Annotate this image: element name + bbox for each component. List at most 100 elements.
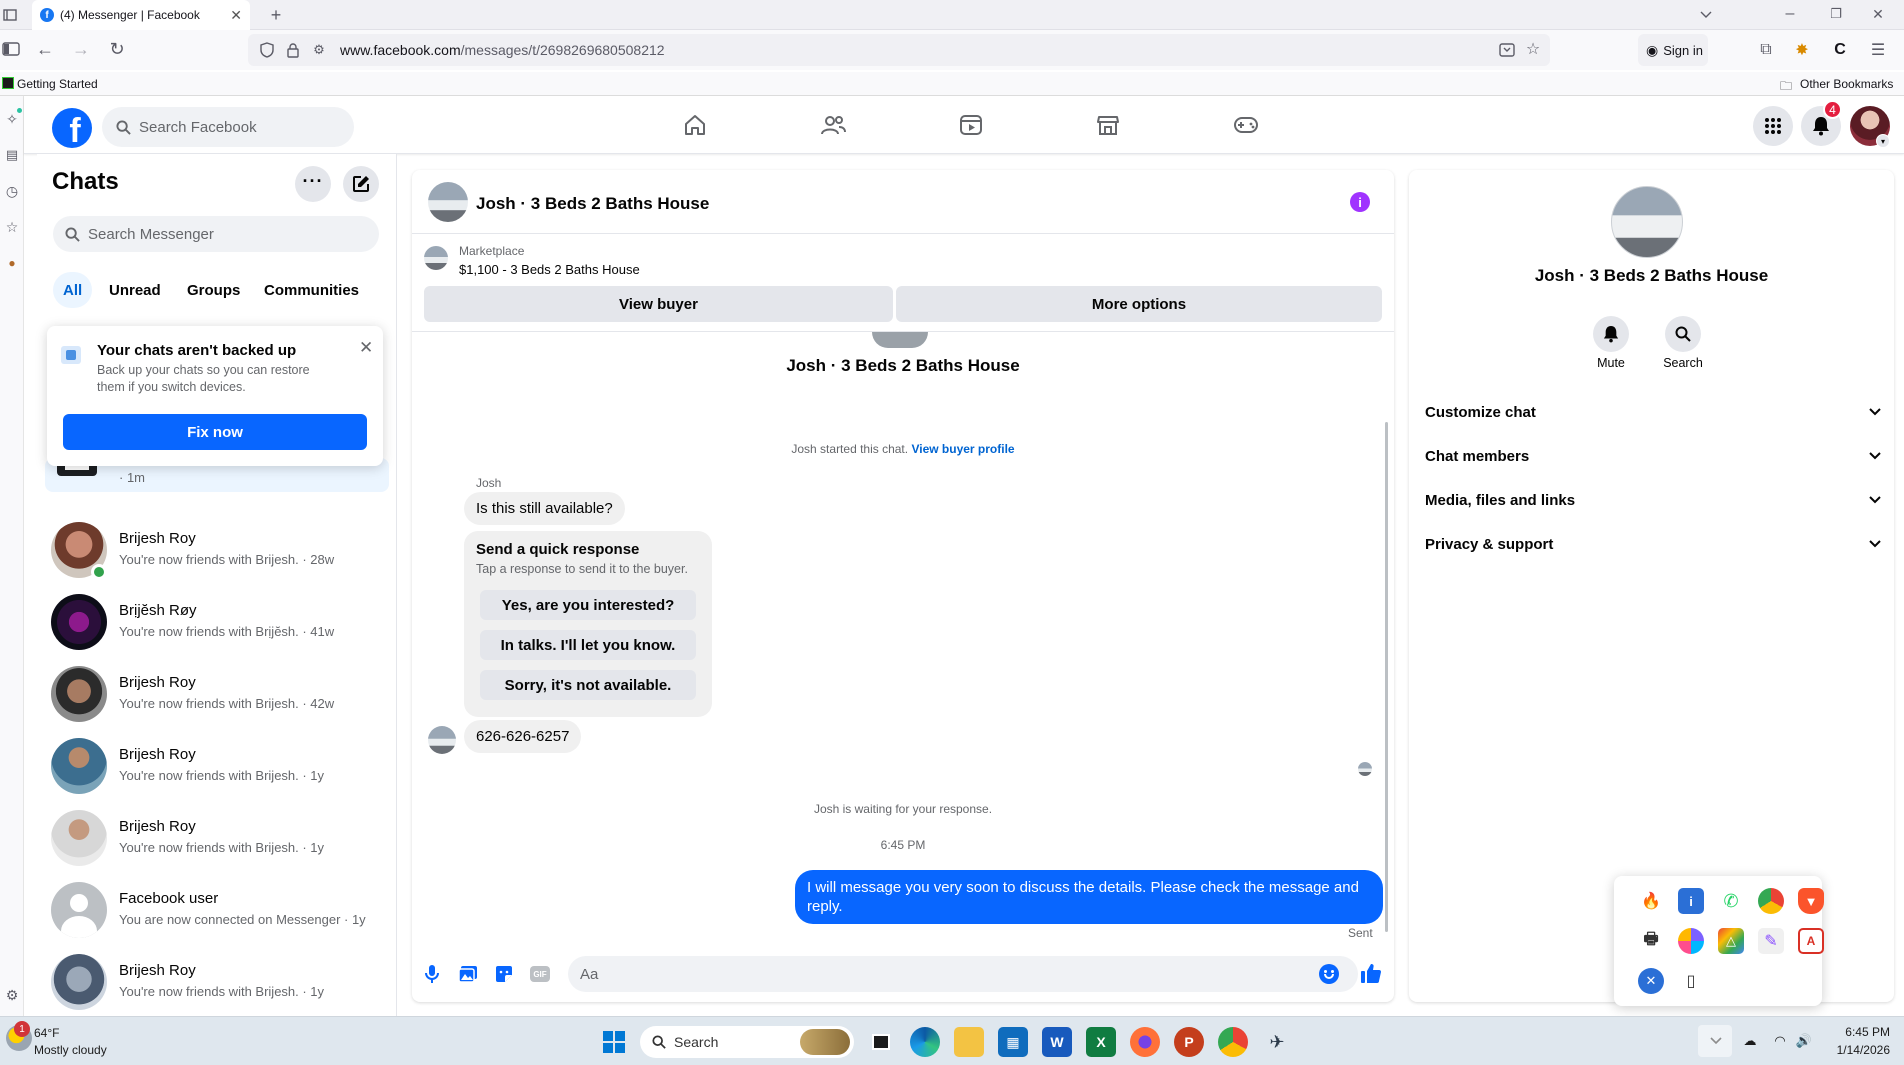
quick-response-yes[interactable]: Yes, are you interested? [480, 590, 696, 620]
extensions-puzzle-icon[interactable]: ⧉ [1756, 40, 1776, 60]
tracking-shield-icon[interactable] [258, 41, 276, 59]
new-tab-icon[interactable]: + [266, 5, 286, 25]
bookmark-getting-started[interactable]: Getting Started [17, 77, 98, 91]
listing-title[interactable]: $1,100 - 3 Beds 2 Baths House [459, 262, 640, 277]
customize-chat-section[interactable]: Customize chat [1425, 392, 1881, 432]
weather-description[interactable]: Mostly cloudy [34, 1043, 107, 1057]
powerpoint-icon[interactable]: P [1174, 1027, 1204, 1057]
filter-all[interactable]: All [53, 272, 93, 308]
sidebar-toggle-icon[interactable] [0, 38, 22, 60]
facebook-search-input[interactable]: Search Facebook [102, 107, 354, 147]
tray-google-drive-icon[interactable]: △ [1718, 928, 1744, 954]
tray-chrome-icon[interactable] [1758, 888, 1784, 914]
search-in-conversation-button[interactable] [1665, 316, 1701, 352]
quick-response-sorry[interactable]: Sorry, it's not available. [480, 670, 696, 700]
chat-row[interactable]: Brijesh Roy You're now friends with Brij… [45, 946, 389, 1018]
chat-row[interactable]: Facebook user You are now connected on M… [45, 874, 389, 946]
weather-temperature[interactable]: 64°F [34, 1026, 59, 1040]
browser-tab[interactable]: f (4) Messenger | Facebook ✕ [32, 0, 250, 30]
tray-info-icon[interactable]: i [1678, 888, 1704, 914]
synced-tabs-icon[interactable]: ▤ [3, 146, 21, 164]
microsoft-store-icon[interactable]: ▦ [998, 1027, 1028, 1057]
incoming-message[interactable]: Is this still available? [464, 492, 625, 525]
minimize-window-icon[interactable]: – [1780, 4, 1800, 24]
tray-brave-icon[interactable]: ▼ [1798, 888, 1824, 914]
contact-avatar[interactable] [428, 182, 468, 222]
attach-photo-icon[interactable] [456, 962, 480, 986]
account-chevron-icon[interactable]: ▾ [1876, 134, 1890, 148]
list-all-tabs-icon[interactable] [1696, 5, 1716, 25]
history-icon[interactable]: ◷ [3, 182, 21, 200]
nav-video-icon[interactable] [951, 108, 991, 142]
firefox-icon[interactable] [1130, 1027, 1160, 1057]
view-buyer-profile-link[interactable]: View buyer profile [911, 442, 1014, 456]
extension-cookie-icon[interactable]: ✸ [1792, 40, 1812, 60]
media-files-links-section[interactable]: Media, files and links [1425, 480, 1881, 520]
nav-friends-icon[interactable] [813, 108, 853, 142]
menu-grid-button[interactable] [1753, 106, 1793, 146]
tab-close-icon[interactable]: ✕ [230, 7, 242, 24]
task-view-icon[interactable] [866, 1027, 896, 1057]
tray-whatsapp-icon[interactable]: ✆ [1718, 888, 1744, 914]
sidebar-settings-icon[interactable]: ⚙ [3, 986, 21, 1004]
incoming-message[interactable]: 626-626-6257 [464, 720, 582, 753]
chat-row[interactable]: Brijesh Roy You're now friends with Brij… [45, 658, 389, 730]
backup-close-icon[interactable]: ✕ [359, 338, 373, 358]
conversation-title[interactable]: Josh · 3 Beds 2 Baths House [476, 194, 709, 214]
app-menu-icon[interactable]: ☰ [1868, 40, 1888, 60]
outgoing-message[interactable]: I will message you very soon to discuss … [795, 870, 1383, 924]
sticker-icon[interactable] [492, 962, 516, 986]
restore-window-icon[interactable]: ❐ [1826, 4, 1846, 24]
gif-icon[interactable]: GIF [528, 963, 552, 985]
nav-gaming-icon[interactable] [1226, 108, 1266, 142]
tray-copilot-icon[interactable] [1678, 928, 1704, 954]
message-composer-input[interactable]: Aa [568, 956, 1358, 992]
messages-scrollbar[interactable] [1385, 422, 1388, 932]
cookie-extension-icon[interactable]: ● [3, 254, 21, 272]
thumbs-up-like-icon[interactable] [1358, 960, 1384, 986]
nav-home-icon[interactable] [675, 108, 715, 142]
bookmark-star-icon[interactable]: ☆ [1524, 40, 1542, 58]
chat-row[interactable]: Brijesh Roy You're now friends with Brij… [45, 730, 389, 802]
tray-pdf-icon[interactable]: A [1798, 928, 1824, 954]
app-taskbar-icon[interactable]: ✈ [1262, 1027, 1292, 1057]
conversation-info-icon[interactable]: i [1350, 192, 1370, 212]
view-buyer-button[interactable]: View buyer [424, 286, 893, 322]
fix-now-button[interactable]: Fix now [63, 414, 367, 450]
new-message-button[interactable] [343, 166, 379, 202]
notifications-button[interactable]: 4 [1801, 100, 1842, 146]
clock-date[interactable]: 1/14/2026 [1826, 1043, 1890, 1057]
tray-flame-icon[interactable]: 🔥 [1638, 888, 1664, 914]
tray-printer-icon[interactable]: 🖶 [1638, 928, 1664, 954]
tab-list-icon[interactable] [2, 6, 18, 24]
url-bar[interactable]: ⚙ www.facebook.com/messages/t/2698269680… [248, 34, 1550, 66]
tray-pen-icon[interactable]: ✎ [1758, 928, 1784, 954]
bookmarks-star-icon[interactable]: ☆ [3, 218, 21, 236]
chat-row[interactable]: Brijesh Roy You're now friends with Brij… [45, 802, 389, 874]
forward-arrow-icon[interactable]: → [70, 38, 92, 60]
facebook-logo-icon[interactable]: f [52, 108, 92, 148]
voice-clip-icon[interactable] [420, 962, 444, 986]
privacy-support-section[interactable]: Privacy & support [1425, 524, 1881, 564]
chat-options-button[interactable]: ··· [295, 166, 331, 202]
windows-start-icon[interactable] [603, 1031, 625, 1053]
extension-c-icon[interactable]: C [1830, 40, 1850, 60]
lock-icon[interactable] [284, 41, 302, 59]
tray-usb-drive-icon[interactable]: ▯ [1678, 968, 1704, 994]
volume-icon[interactable]: 🔊 [1794, 1031, 1814, 1051]
bookmark-other[interactable]: Other Bookmarks [1800, 77, 1893, 91]
more-options-button[interactable]: More options [896, 286, 1382, 322]
save-to-pocket-icon[interactable] [1498, 41, 1516, 59]
permissions-icon[interactable]: ⚙ [310, 41, 328, 59]
tray-security-shield-icon[interactable]: ✕ [1638, 968, 1664, 994]
chat-members-section[interactable]: Chat members [1425, 436, 1881, 476]
chat-row[interactable]: Brịjĕsh Røy You're now friends with Brịj… [45, 586, 389, 658]
sign-in-button[interactable]: ◉ Sign in [1638, 34, 1708, 66]
chrome-taskbar-icon[interactable] [1218, 1027, 1248, 1057]
filter-groups[interactable]: Groups [177, 272, 250, 308]
nav-marketplace-icon[interactable] [1088, 108, 1128, 142]
filter-unread[interactable]: Unread [99, 272, 171, 308]
quick-response-in-talks[interactable]: In talks. I'll let you know. [480, 630, 696, 660]
excel-icon[interactable]: X [1086, 1027, 1116, 1057]
word-icon[interactable]: W [1042, 1027, 1072, 1057]
